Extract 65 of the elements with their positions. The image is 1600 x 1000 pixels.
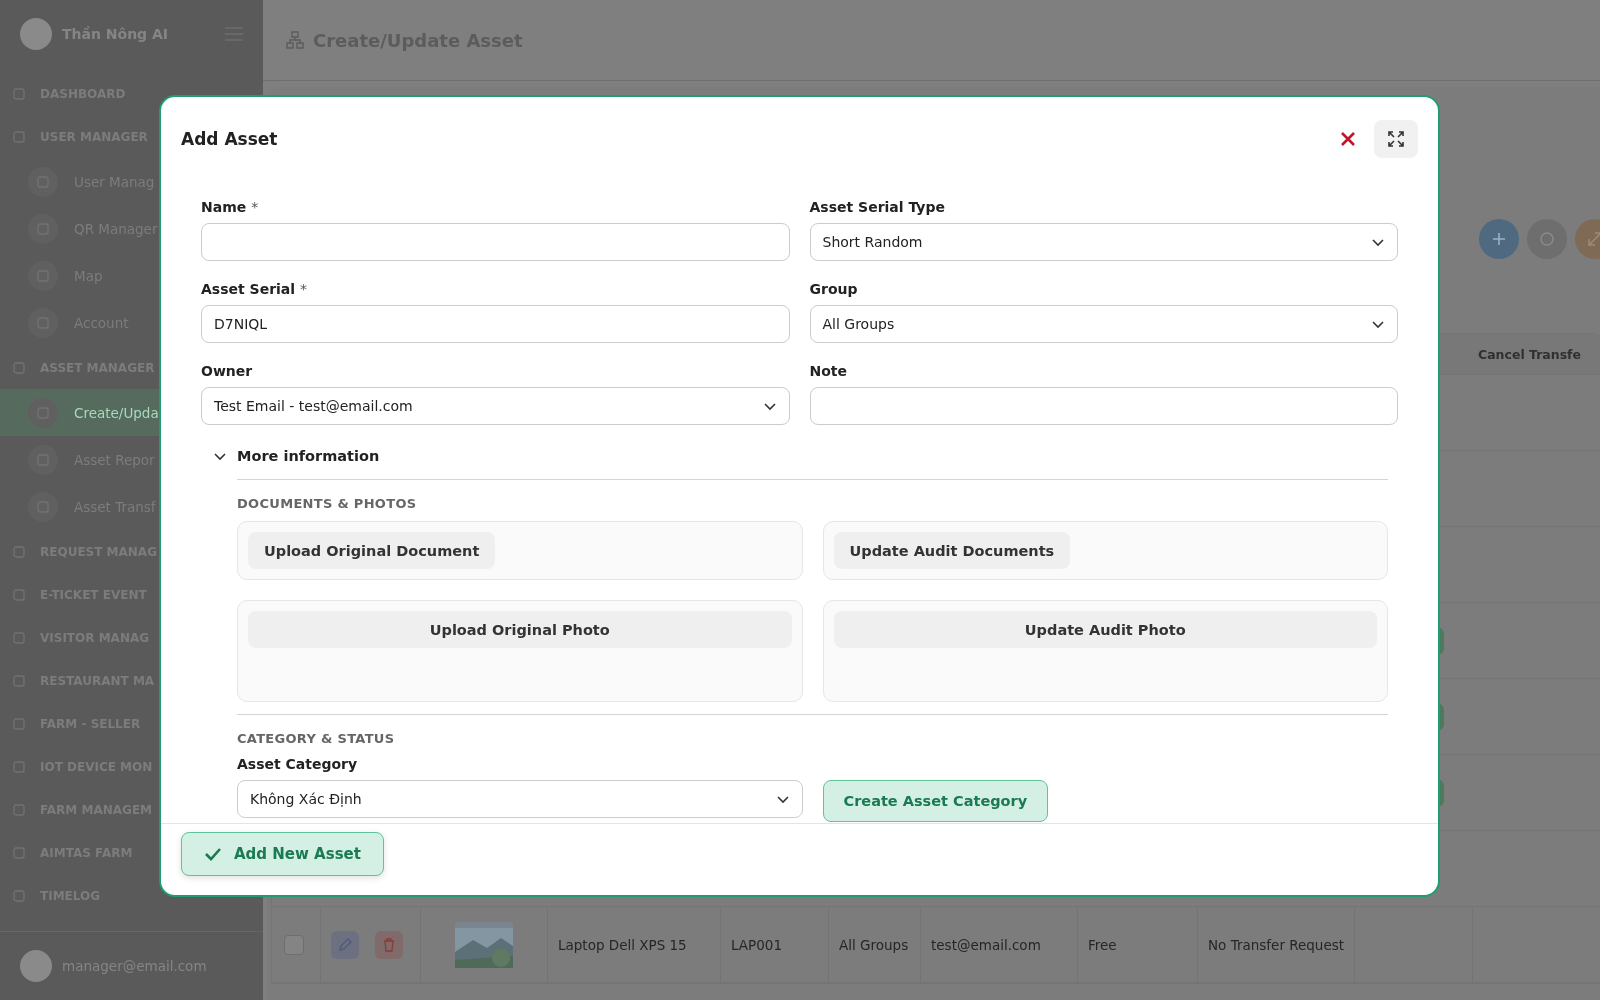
hierarchy-icon: [285, 30, 305, 50]
avatar-icon: [20, 950, 52, 982]
field-value: D7NIQL: [214, 316, 268, 332]
section-heading: CATEGORY & STATUS: [237, 731, 396, 746]
logo-icon: [20, 18, 52, 50]
table-cell: Free: [1077, 907, 1197, 982]
column-header: Cancel Transfe: [1477, 346, 1583, 362]
refresh-icon: [1538, 230, 1556, 248]
diagonal-arrow-icon: [1586, 230, 1600, 248]
input-field[interactable]: [201, 223, 790, 261]
add-new-asset-button[interactable]: Add New Asset: [181, 832, 384, 876]
upload-button[interactable]: Upload Original Photo: [248, 611, 792, 648]
check-icon: [204, 847, 222, 861]
field-value: Không Xác Định: [250, 791, 362, 807]
square-icon: [12, 86, 26, 101]
edit-button[interactable]: [331, 930, 359, 959]
close-icon: [1340, 131, 1356, 147]
pencil-icon: [337, 936, 353, 953]
select-field[interactable]: Test Email - test@email.com: [201, 387, 790, 425]
square-icon: [12, 673, 26, 688]
refresh-button[interactable]: [1527, 219, 1567, 259]
trash-icon: [381, 936, 397, 953]
square-icon: [12, 630, 26, 645]
select-field[interactable]: Short Random: [809, 223, 1398, 261]
field-label: Owner: [201, 363, 253, 379]
field-label: Group: [809, 281, 858, 297]
section-heading: DOCUMENTS & PHOTOS: [237, 496, 418, 511]
required-mark: *: [251, 199, 259, 215]
square-icon: [12, 544, 26, 559]
square-icon: [12, 129, 26, 144]
more-information-toggle[interactable]: More information: [213, 445, 380, 467]
field-label: Note: [809, 363, 848, 379]
expand-icon: [1388, 131, 1404, 147]
upload-button[interactable]: Upload Original Document: [248, 532, 496, 569]
square-icon: [12, 716, 26, 731]
delete-button[interactable]: [375, 930, 403, 959]
dialog-title: Add Asset: [181, 129, 279, 149]
table-cell: LAP001: [720, 907, 828, 982]
table-cell: test@email.com: [920, 907, 1077, 982]
field-value: Short Random: [822, 234, 923, 250]
input-field[interactable]: [809, 387, 1398, 425]
square-icon: [12, 802, 26, 817]
expand-button[interactable]: [1374, 120, 1418, 158]
square-icon: [12, 587, 26, 602]
field-label: Name: [201, 199, 247, 215]
upload-button[interactable]: Update Audit Photo: [833, 611, 1377, 648]
field-label: Asset Serial Type: [809, 199, 945, 215]
upload-button[interactable]: Update Audit Documents: [833, 532, 1071, 569]
add-button[interactable]: [1479, 219, 1519, 259]
input-field[interactable]: D7NIQL: [201, 305, 790, 343]
select-field[interactable]: Không Xác Định: [237, 780, 803, 818]
square-icon: [12, 845, 26, 860]
table-cell: Laptop Dell XPS 15: [547, 907, 720, 982]
table-cell: All Groups: [828, 907, 920, 982]
select-field[interactable]: All Groups: [809, 305, 1398, 343]
field-label: Asset Serial: [201, 281, 296, 297]
square-icon: [12, 759, 26, 774]
field-value: All Groups: [822, 316, 895, 332]
create-category-button[interactable]: Create Asset Category: [822, 780, 1049, 822]
field-label: Asset Category: [237, 756, 358, 772]
square-icon: [12, 888, 26, 903]
plus-icon: [1491, 231, 1507, 247]
table-cell: No Transfer Request: [1197, 907, 1354, 982]
required-mark: *: [300, 281, 308, 297]
square-icon: [12, 360, 26, 375]
